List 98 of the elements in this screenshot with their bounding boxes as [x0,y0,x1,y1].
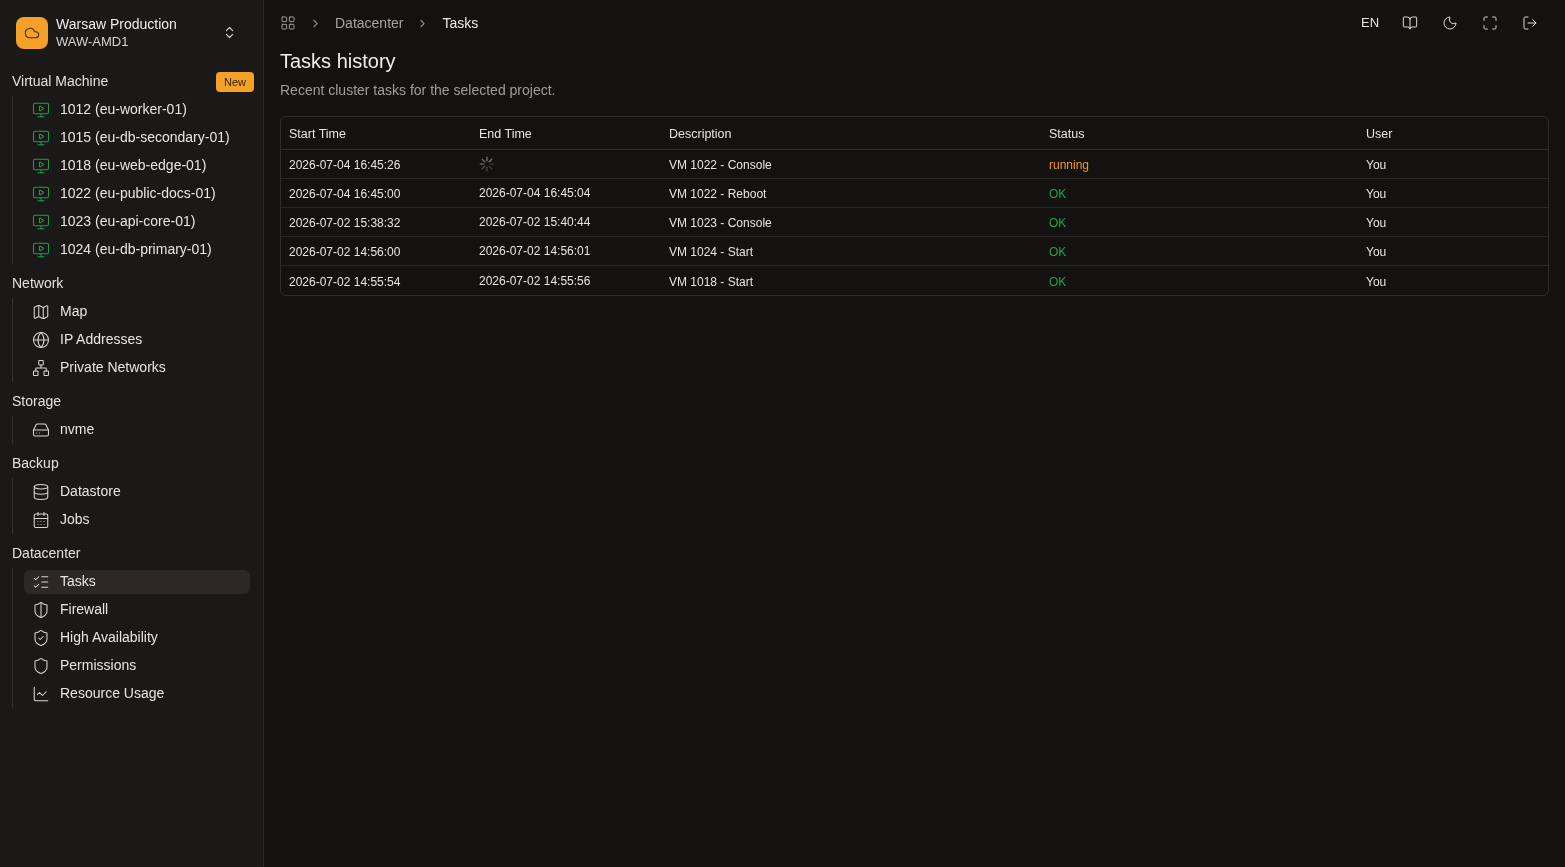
table-cell: VM 1018 - Start [669,274,754,289]
sidebar-item-label: 1015 (eu-db-secondary-01) [60,128,230,148]
sidebar-item-label: Jobs [60,510,90,530]
status-text: OK [1049,187,1067,201]
moon-icon [1442,15,1458,31]
sidebar-item[interactable]: Private Networks [24,355,250,380]
status-text: running [1049,158,1090,172]
breadcrumb-link[interactable]: Datacenter [335,12,404,34]
sidebar-item-label: Tasks [60,572,96,592]
table-cell-text: 2026-07-02 14:55:56 [479,272,591,290]
sidebar-item-label: Private Networks [60,358,166,378]
globe-icon [32,330,50,349]
section-title: Backup [12,454,59,474]
monitor-play-icon [32,184,50,203]
language-button[interactable]: EN [1354,7,1386,39]
grid-icon[interactable] [280,15,296,31]
map-icon [32,302,50,321]
table-cell: VM 1023 - Console [669,216,772,230]
sidebar-item-label: IP Addresses [60,330,143,350]
sidebar-item-label: Map [60,302,88,322]
sidebar-item[interactable]: High Availability [24,625,250,650]
sidebar-item[interactable]: Map [24,299,250,324]
table-cell: You [1366,274,1387,289]
monitor-play-icon [32,128,50,147]
table-cell: 2026-07-02 14:56:00 [289,245,401,259]
sidebar-item[interactable]: Tasks [24,569,250,594]
book-icon [1402,15,1418,31]
new-badge: New [216,71,254,92]
sidebar-item-label: Permissions [60,656,137,676]
sidebar-item[interactable]: Permissions [24,653,250,678]
sidebar-item[interactable]: 1012 (eu-worker-01) [24,97,250,122]
shield-check-icon [32,628,50,647]
sidebar-item-label: Datastore [60,482,121,502]
sidebar-item-label: Resource Usage [60,684,165,704]
table-cell: You [1366,158,1387,172]
sidebar-item[interactable]: Jobs [24,507,250,532]
column-header: Status [1049,127,1085,141]
breadcrumb-link[interactable]: Tasks [442,12,479,34]
workspace-name: Warsaw Production [56,16,177,34]
table-cell: VM 1022 - Reboot [669,187,767,201]
sidebar-item[interactable]: 1022 (eu-public-docs-01) [24,181,250,206]
section-title: Network [12,274,64,294]
sidebar-item-label: 1012 (eu-worker-01) [60,100,187,120]
page-subtitle: Recent cluster tasks for the selected project. [280,81,557,99]
table-cell: You [1366,187,1387,201]
sidebar-item[interactable]: IP Addresses [24,327,250,352]
workspace-subtitle: WAW-AMD1 [56,33,130,50]
column-header: End Time [479,127,532,141]
sidebar-item[interactable]: 1023 (eu-api-core-01) [24,209,250,234]
table-cell: VM 1022 - Console [669,158,772,172]
table-cell: VM 1024 - Start [669,245,754,259]
status-text: OK [1049,274,1067,289]
monitor-play-icon [32,156,50,175]
table-cell: 2026-07-02 14:55:54 [289,274,401,289]
sidebar-item[interactable]: 1018 (eu-web-edge-01) [24,153,250,178]
table-cell: 2026-07-02 15:38:32 [289,216,401,230]
table-cell-text: 2026-07-04 16:45:04 [479,185,591,202]
monitor-play-icon [32,240,50,259]
table-cell-text: 2026-07-02 15:40:44 [479,214,591,231]
network-icon [32,358,50,377]
line-chart-icon [32,684,50,703]
table-cell-text: 2026-07-02 14:56:01 [479,243,591,260]
logout-icon [1522,15,1538,31]
shield-half-icon [32,600,50,619]
sidebar-item-label: High Availability [60,628,158,648]
sidebar-item-label: Firewall [60,600,109,620]
status-text: OK [1049,245,1067,259]
sidebar-item[interactable]: Datastore [24,479,250,504]
database-icon [32,482,50,501]
shield-icon [32,656,50,675]
sidebar-item-label: 1018 (eu-web-edge-01) [60,156,207,176]
hard-drive-icon [32,420,50,439]
page-title: Tasks history [280,49,397,73]
sidebar-item[interactable]: Resource Usage [24,681,250,706]
table-cell: 2026-07-04 16:45:26 [289,158,401,172]
section-title: Storage [12,392,62,412]
sidebar-item-label: 1024 (eu-db-primary-01) [60,240,212,260]
sidebar-item[interactable]: Firewall [24,597,250,622]
column-header: Description [669,127,732,141]
sidebar-item[interactable]: 1024 (eu-db-primary-01) [24,237,250,262]
section-title: Virtual Machine [12,72,109,92]
monitor-play-icon [32,100,50,119]
table-cell: You [1366,245,1387,259]
calendar-icon [32,510,50,529]
monitor-play-icon [32,212,50,231]
table-cell: You [1366,216,1387,230]
sidebar-item[interactable]: 1015 (eu-db-secondary-01) [24,125,250,150]
sidebar-item-label: 1022 (eu-public-docs-01) [60,184,216,204]
fullscreen-icon [1482,15,1498,31]
table-cell: 2026-07-04 16:45:00 [289,187,401,201]
status-text: OK [1049,216,1067,230]
cloud-logo-icon [16,16,48,49]
column-header: Start Time [289,127,346,141]
sidebar-item[interactable]: nvme [24,417,250,442]
sidebar-item-label: nvme [60,420,95,440]
sidebar-item-label: 1023 (eu-api-core-01) [60,212,196,232]
section-title: Datacenter [12,544,81,564]
column-header: User [1366,127,1393,141]
